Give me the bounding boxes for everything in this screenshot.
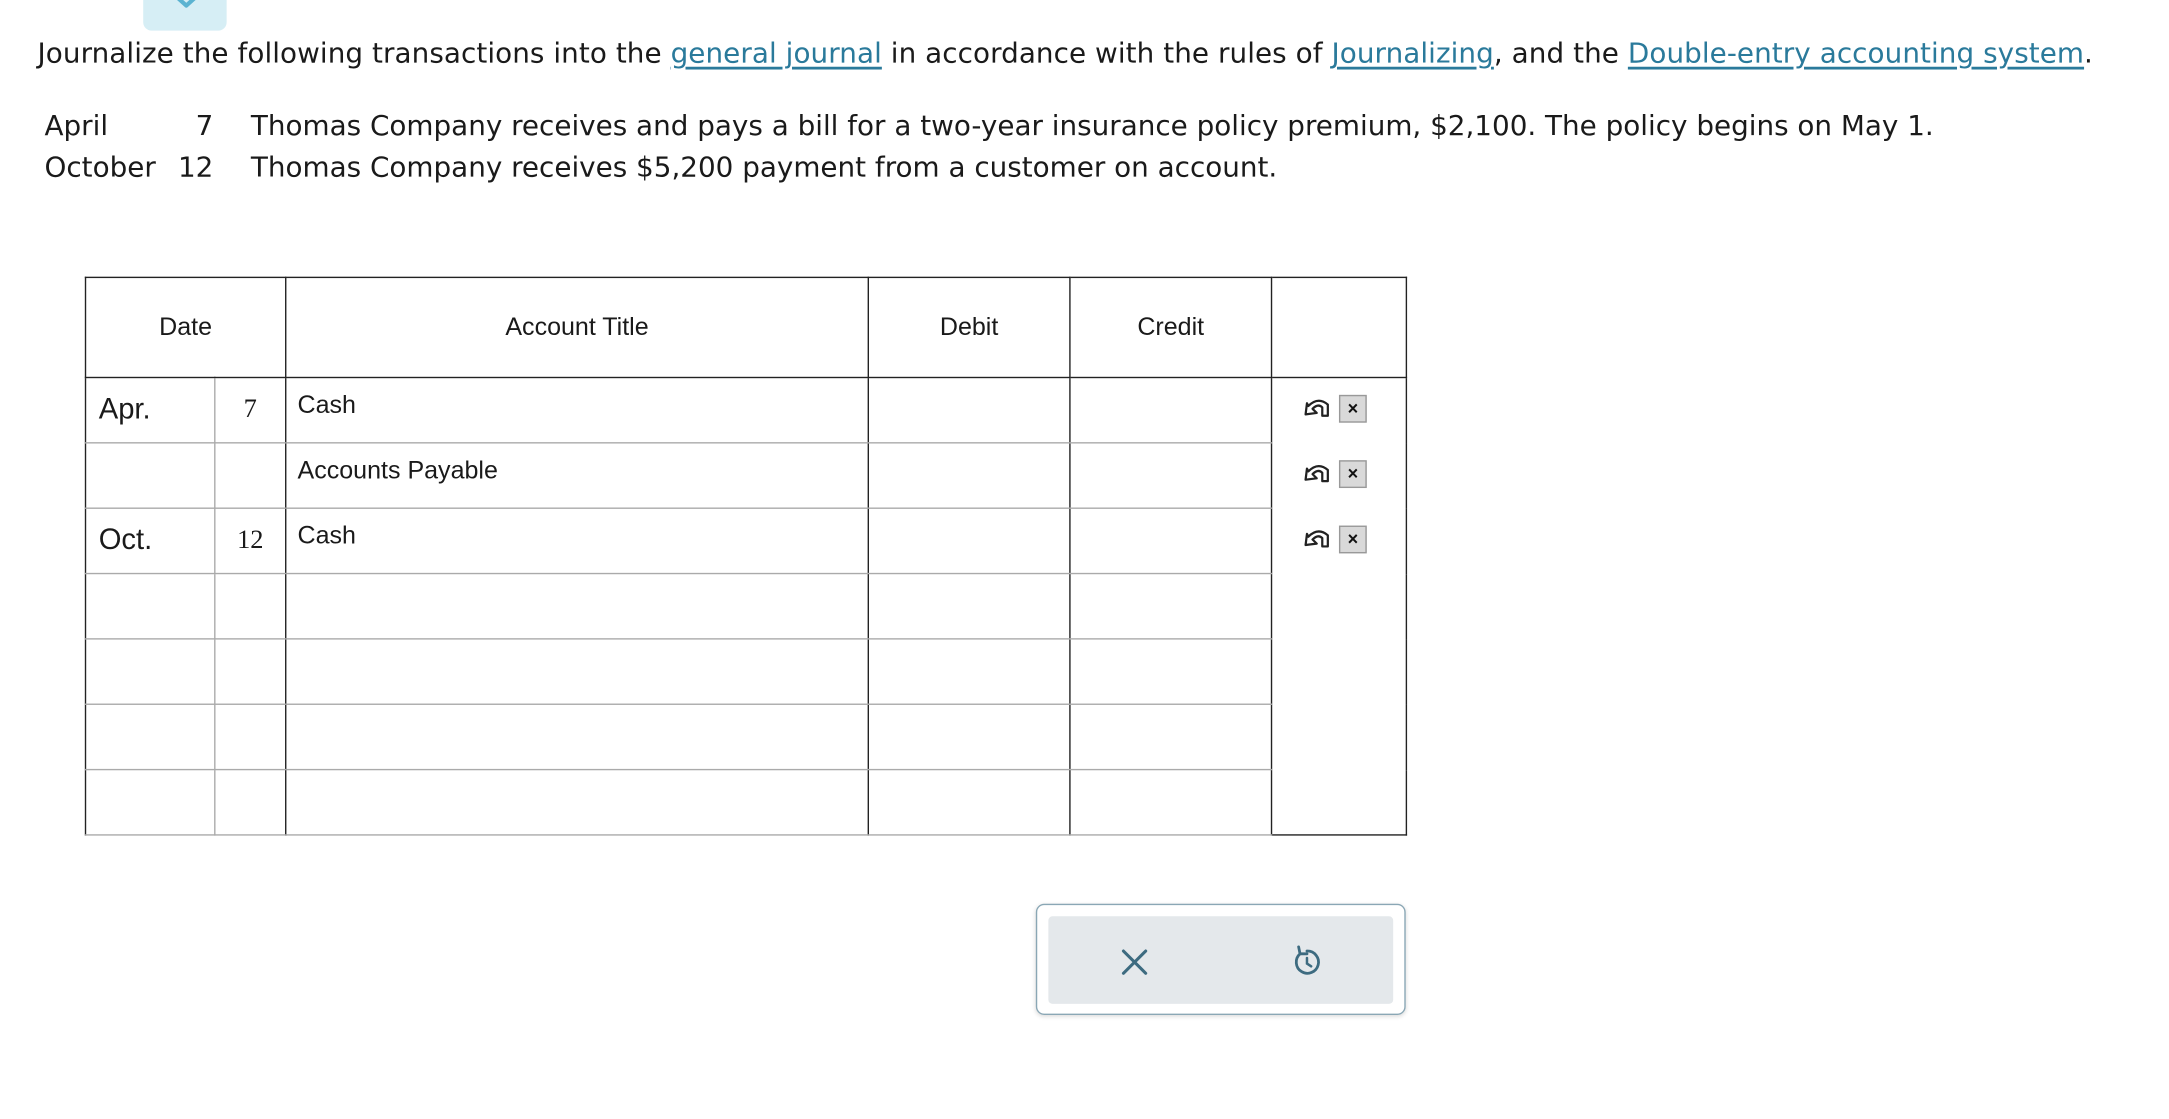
day-cell[interactable] <box>214 442 287 509</box>
instruction-part: , and the <box>1493 36 1628 70</box>
instruction-text: Journalize the following transactions in… <box>38 36 2093 69</box>
row-actions-cell: × <box>1271 377 1408 443</box>
row-actions-cell: × <box>1271 508 1408 574</box>
chevron-down-icon <box>177 0 196 8</box>
delete-x-icon[interactable]: × <box>1338 459 1367 488</box>
delete-x-icon[interactable]: × <box>1338 524 1367 553</box>
double-entry-link[interactable]: Double-entry accounting system <box>1628 36 2084 69</box>
transaction-list: April 7 Thomas Company receives and pays… <box>44 104 1933 187</box>
debit-cell[interactable] <box>867 442 1071 509</box>
debit-header: Debit <box>867 276 1071 379</box>
row-actions: × <box>1303 459 1406 488</box>
row-actions-cell <box>1271 638 1408 705</box>
account-cell[interactable]: Cash <box>285 376 870 444</box>
collapse-tab[interactable] <box>143 0 227 31</box>
account-cell[interactable] <box>285 768 870 836</box>
transaction-row: April 7 Thomas Company receives and pays… <box>44 104 1933 146</box>
account-cell[interactable]: Accounts Payable <box>285 442 870 509</box>
journal-row: Oct. 12 Cash × <box>84 507 1408 575</box>
answer-controls <box>1035 903 1406 1015</box>
debit-cell[interactable] <box>867 768 1071 836</box>
actions-header <box>1270 276 1408 379</box>
reset-icon[interactable] <box>1289 944 1325 980</box>
journal-row <box>84 768 1408 836</box>
credit-cell[interactable] <box>1069 768 1273 836</box>
row-actions: × <box>1303 394 1406 423</box>
day-cell[interactable] <box>214 768 287 836</box>
close-icon[interactable] <box>1116 944 1152 980</box>
credit-cell[interactable] <box>1069 442 1273 509</box>
credit-cell[interactable] <box>1069 376 1273 444</box>
account-cell[interactable] <box>285 703 870 771</box>
transaction-month: October <box>44 150 156 184</box>
general-journal-link[interactable]: general journal <box>671 36 882 69</box>
day-cell[interactable]: 12 <box>214 507 287 575</box>
journal-row <box>84 572 1408 640</box>
journal-row: Accounts Payable × <box>84 442 1408 509</box>
undo-arrow-icon[interactable] <box>1303 525 1334 553</box>
debit-cell[interactable] <box>867 572 1071 640</box>
day-cell[interactable] <box>214 572 287 640</box>
month-cell[interactable] <box>84 572 216 640</box>
instruction-part: in accordance with the rules of <box>881 36 1332 70</box>
undo-arrow-icon[interactable] <box>1303 460 1334 488</box>
credit-header: Credit <box>1069 276 1273 379</box>
row-actions-cell <box>1271 704 1408 770</box>
date-header: Date <box>84 276 287 379</box>
transaction-description: Thomas Company receives and pays a bill … <box>250 108 1934 142</box>
month-cell[interactable] <box>84 638 216 705</box>
day-cell[interactable] <box>214 638 287 705</box>
controls-bar <box>1048 916 1394 1004</box>
credit-cell[interactable] <box>1069 507 1273 575</box>
day-cell[interactable] <box>214 703 287 771</box>
transaction-description: Thomas Company receives $5,200 payment f… <box>250 150 1278 184</box>
debit-cell[interactable] <box>867 703 1071 771</box>
month-cell[interactable] <box>84 768 216 836</box>
transaction-month: April <box>44 108 109 142</box>
account-title-header: Account Title <box>285 276 870 379</box>
delete-x-icon[interactable]: × <box>1338 394 1367 423</box>
debit-cell[interactable] <box>867 638 1071 705</box>
journal-row <box>84 703 1408 771</box>
instruction-part: Journalize the following transactions in… <box>37 36 671 70</box>
general-journal-table: Date Account Title Debit Credit Apr. 7 C… <box>84 276 1408 836</box>
debit-cell[interactable] <box>867 507 1071 575</box>
debit-cell[interactable] <box>867 376 1071 444</box>
month-cell[interactable] <box>84 442 216 509</box>
month-cell[interactable]: Oct. <box>84 507 216 575</box>
credit-cell[interactable] <box>1069 638 1273 705</box>
account-cell[interactable] <box>285 572 870 640</box>
row-actions: × <box>1303 524 1406 553</box>
row-actions-cell: × <box>1271 442 1408 509</box>
transaction-day: 7 <box>195 108 214 142</box>
month-cell[interactable]: Apr. <box>84 376 216 444</box>
journal-row: Apr. 7 Cash × <box>84 376 1408 444</box>
day-cell[interactable]: 7 <box>214 376 287 444</box>
row-actions-cell <box>1271 573 1408 639</box>
journal-header-row: Date Account Title Debit Credit <box>84 276 1408 379</box>
credit-cell[interactable] <box>1069 572 1273 640</box>
month-cell[interactable] <box>84 703 216 771</box>
transaction-row: October 12 Thomas Company receives $5,20… <box>44 146 1933 188</box>
page: Journalize the following transactions in… <box>0 0 2169 1119</box>
credit-cell[interactable] <box>1069 703 1273 771</box>
journalizing-link[interactable]: Journalizing <box>1332 36 1494 69</box>
transaction-day: 12 <box>177 150 214 184</box>
journal-row <box>84 638 1408 705</box>
row-actions-cell <box>1271 769 1408 836</box>
instruction-part: . <box>2084 36 2093 70</box>
undo-arrow-icon[interactable] <box>1303 395 1334 423</box>
account-cell[interactable] <box>285 638 870 705</box>
account-cell[interactable]: Cash <box>285 507 870 575</box>
